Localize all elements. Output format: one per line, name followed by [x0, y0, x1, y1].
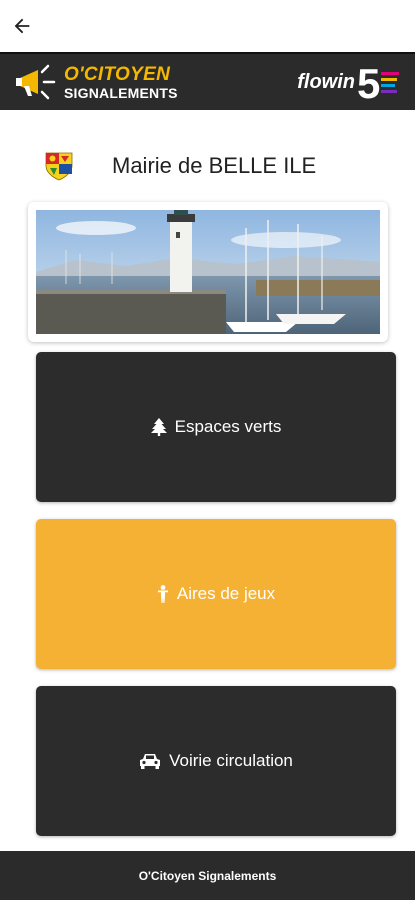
- tile-label: Aires de jeux: [176, 584, 276, 603]
- lighthouse-harbor-image: [36, 210, 380, 334]
- tile-label: Espaces verts: [174, 417, 282, 436]
- car-icon: [139, 752, 161, 770]
- brand-subtitle: SIGNALEMENTS: [64, 84, 178, 101]
- footer-bar: O'Citoyen Signalements: [0, 851, 415, 900]
- ocitoyen-logo: O'CITOYEN SIGNALEMENTS: [14, 60, 178, 104]
- flowin5-mark-icon: 5: [357, 60, 399, 104]
- photo-card: [28, 202, 388, 342]
- arrow-left-icon: [14, 18, 30, 34]
- mairie-title: Mairie de BELLE ILE: [112, 153, 317, 178]
- megaphone-icon: [16, 64, 56, 100]
- flowin5-logo: flowin 5: [297, 60, 401, 104]
- tile-espaces-verts[interactable]: Espaces verts: [36, 352, 396, 502]
- footer-text: O'Citoyen Signalements: [138, 868, 277, 883]
- coat-of-arms-icon: [45, 152, 73, 181]
- tile-voirie-circulation[interactable]: Voirie circulation: [36, 686, 396, 836]
- tile-label: Voirie circulation: [169, 751, 293, 770]
- tile-aires-de-jeux[interactable]: Aires de jeux: [36, 519, 396, 669]
- back-button[interactable]: [8, 12, 36, 40]
- tree-icon: [150, 418, 167, 436]
- app-header: O'CITOYEN SIGNALEMENTS flowin 5: [0, 52, 415, 110]
- child-icon: [157, 585, 169, 603]
- top-bar: [0, 0, 415, 52]
- partner-digit: 5: [357, 60, 380, 104]
- partner-text: flowin: [297, 70, 355, 93]
- mairie-heading: Mairie de BELLE ILE: [44, 150, 384, 182]
- brand-title: O'CITOYEN: [64, 63, 171, 85]
